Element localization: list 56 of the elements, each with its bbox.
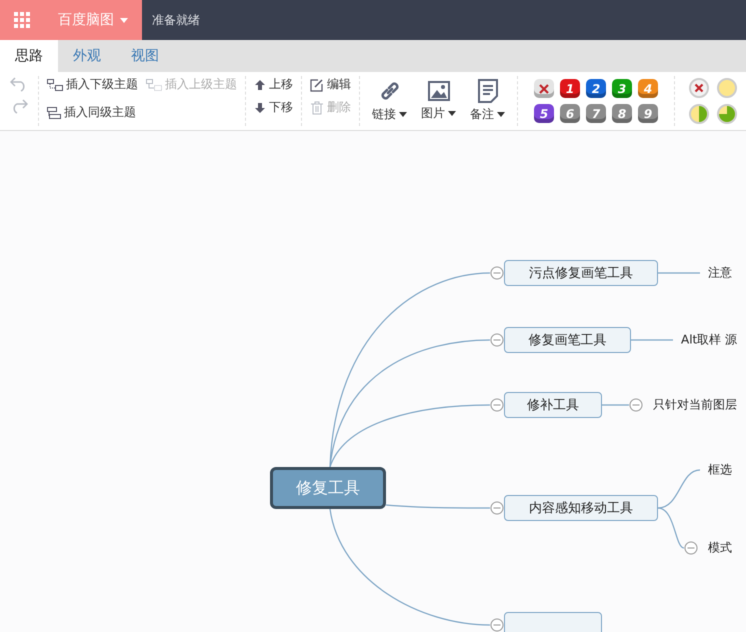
topic-node[interactable] <box>504 612 602 632</box>
collapse-icon[interactable] <box>490 398 504 412</box>
subtopic-text[interactable]: Alt取样 源 <box>681 332 738 348</box>
caret-icon <box>448 111 456 116</box>
move-button[interactable]: 上移 <box>254 76 293 93</box>
tab[interactable]: 思路 <box>0 40 58 72</box>
note-icon <box>478 79 498 103</box>
progress-button[interactable] <box>717 78 737 98</box>
x-icon <box>689 78 709 98</box>
progress-button[interactable] <box>717 104 737 124</box>
priority-badge[interactable]: 2 <box>586 79 606 98</box>
topic-node[interactable]: 修补工具 <box>504 392 602 418</box>
arrow-down-icon <box>254 102 266 114</box>
collapse-icon[interactable] <box>490 618 504 632</box>
edit-button[interactable]: 编辑 <box>310 76 351 93</box>
subtopic-text[interactable]: 只针对当前图层 <box>653 396 737 414</box>
insert-menu-button[interactable]: 图片 <box>417 80 460 122</box>
topic-node[interactable]: 内容感知移动工具 <box>504 495 658 521</box>
arrow-up-icon <box>254 78 266 90</box>
trash-icon <box>310 100 324 114</box>
move-button[interactable]: 下移 <box>254 99 293 116</box>
image-icon <box>428 80 450 102</box>
subtopic-text[interactable]: 模式 <box>708 540 732 556</box>
collapse-icon[interactable] <box>490 266 504 280</box>
progress-button[interactable] <box>689 104 709 124</box>
collapse-icon[interactable] <box>684 542 698 554</box>
insert-menu-button[interactable]: 备注 <box>466 79 509 123</box>
caret-icon <box>497 112 505 117</box>
topic-node[interactable]: 修复画笔工具 <box>504 327 631 353</box>
x-icon <box>539 84 549 94</box>
status-text: 准备就绪 <box>152 12 200 28</box>
subtopic-text[interactable]: 框选 <box>708 462 732 478</box>
tab[interactable]: 视图 <box>116 40 174 72</box>
collapse-icon[interactable] <box>630 398 642 412</box>
tab[interactable]: 外观 <box>58 40 116 72</box>
insert-topic-button[interactable]: 插入下级主题 <box>47 76 138 93</box>
connector-line <box>631 339 673 341</box>
insert-topic-button[interactable]: 插入同级主题 <box>47 104 138 121</box>
insert-child-icon <box>47 78 63 90</box>
insert-parent-icon <box>146 78 162 90</box>
topic-node[interactable]: 污点修复画笔工具 <box>504 260 658 286</box>
collapse-icon[interactable] <box>490 502 504 514</box>
caret-icon <box>399 112 407 117</box>
collapse-icon[interactable] <box>490 334 504 346</box>
connector-line <box>602 404 629 406</box>
priority-badge[interactable]: 5 <box>534 104 554 123</box>
caret-icon <box>120 18 128 22</box>
insert-sibling-icon <box>47 106 61 118</box>
insert-menu-button[interactable]: 链接 <box>368 79 411 123</box>
apps-menu-icon[interactable] <box>0 0 44 40</box>
clear-progress-button[interactable] <box>689 78 709 98</box>
subtopic-text[interactable]: 注意 <box>708 264 732 282</box>
connector-line <box>658 272 700 274</box>
priority-badge[interactable]: 1 <box>560 79 580 98</box>
clear-priority-button[interactable] <box>534 79 554 98</box>
edit-icon <box>310 78 324 92</box>
